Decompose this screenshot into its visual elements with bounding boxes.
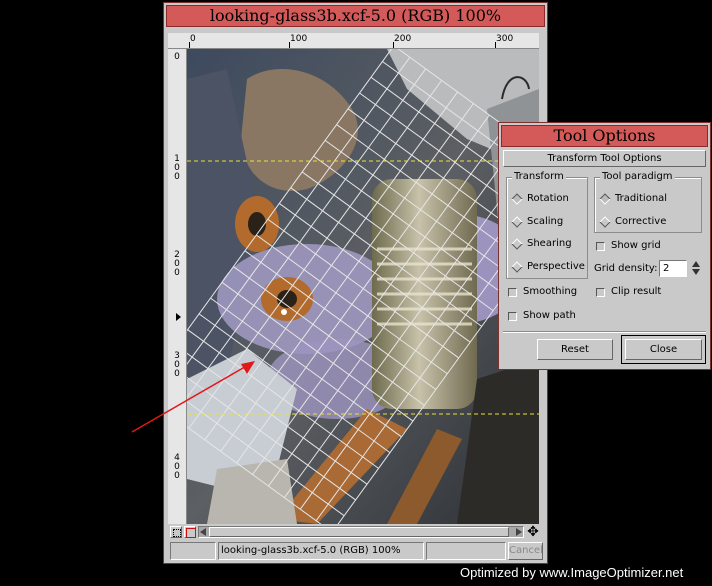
close-button[interactable]: Close <box>625 339 702 360</box>
show-grid-label: Show grid <box>611 240 661 251</box>
radio-corrective[interactable]: Corrective <box>599 215 697 229</box>
radio-corrective-label: Corrective <box>615 216 667 227</box>
radio-indicator-icon <box>599 193 611 205</box>
paradigm-group-label: Tool paradigm <box>600 171 675 183</box>
tool-options-title[interactable]: Tool Options <box>501 125 708 147</box>
transform-group-label: Transform <box>512 171 566 183</box>
vruler-label-200: 2 0 0 <box>174 250 180 278</box>
radio-perspective[interactable]: Perspective <box>511 260 587 274</box>
vruler-label-400: 4 0 0 <box>174 453 180 481</box>
vruler-label-100: 1 0 0 <box>174 154 180 182</box>
grid-density-input[interactable]: 2 <box>659 260 687 277</box>
tool-options-dialog: Tool Options Transform Tool Options Tran… <box>498 122 711 370</box>
vertical-ruler[interactable]: 0 1 0 0 2 0 0 3 0 0 4 0 0 <box>168 49 187 524</box>
progress-bar <box>426 542 506 560</box>
radio-scaling[interactable]: Scaling <box>511 215 587 229</box>
reset-button[interactable]: Reset <box>537 339 613 360</box>
image-canvas[interactable] <box>187 49 539 524</box>
radio-shearing[interactable]: Shearing <box>511 237 587 251</box>
vruler-label-0: 0 <box>174 52 180 62</box>
checkbox-box-icon <box>596 242 605 251</box>
clip-result-checkbox[interactable]: Clip result <box>596 286 696 300</box>
checkbox-box-icon <box>508 288 517 297</box>
scroll-right-icon[interactable] <box>516 528 522 536</box>
radio-indicator-icon <box>511 238 523 250</box>
transform-tool-options-header: Transform Tool Options <box>503 150 706 167</box>
watermark: Optimized by www.ImageOptimizer.net <box>460 565 684 580</box>
radio-rotation[interactable]: Rotation <box>511 192 587 206</box>
bottom-scroll-row: ✥ <box>168 525 543 539</box>
transform-group: Transform Rotation Scaling Shearing Pers… <box>506 171 588 279</box>
canvas-image <box>187 49 539 524</box>
scroll-thumb[interactable] <box>209 527 509 537</box>
status-text: looking-glass3b.xcf-5.0 (RGB) 100% <box>218 542 424 560</box>
radio-traditional-label: Traditional <box>615 193 668 204</box>
stepper-up-icon[interactable] <box>692 261 700 267</box>
move-cross-icon[interactable]: ✥ <box>526 525 540 539</box>
annotation-arrow <box>131 361 255 433</box>
separator <box>503 331 706 333</box>
show-path-checkbox[interactable]: Show path <box>508 310 588 324</box>
checkbox-box-icon <box>596 288 605 297</box>
status-bar: looking-glass3b.xcf-5.0 (RGB) 100% Cance… <box>168 541 543 561</box>
show-grid-checkbox[interactable]: Show grid <box>596 240 696 254</box>
ruler-label-300: 300 <box>496 34 514 44</box>
paradigm-group: Tool paradigm Traditional Corrective <box>594 171 702 233</box>
navigate-icon[interactable] <box>170 526 182 538</box>
image-window-title[interactable]: looking-glass3b.xcf-5.0 (RGB) 100% <box>166 5 545 27</box>
scroll-left-icon[interactable] <box>200 528 206 536</box>
radio-traditional[interactable]: Traditional <box>599 192 697 206</box>
ruler-pointer-icon <box>176 313 181 321</box>
radio-scaling-label: Scaling <box>527 216 564 227</box>
radio-shearing-label: Shearing <box>527 238 572 249</box>
ruler-label-200: 200 <box>394 34 412 44</box>
clip-result-label: Clip result <box>611 286 662 297</box>
horizontal-scrollbar[interactable] <box>198 526 524 538</box>
quickmask-toggle-icon[interactable] <box>184 526 196 538</box>
radio-perspective-label: Perspective <box>527 261 585 272</box>
image-window: looking-glass3b.xcf-5.0 (RGB) 100% 0 100… <box>163 2 548 564</box>
cancel-button[interactable]: Cancel <box>508 542 543 560</box>
smoothing-checkbox[interactable]: Smoothing <box>508 286 588 300</box>
close-button-focus: Close <box>621 335 706 364</box>
grid-density-label: Grid density: <box>594 263 658 274</box>
radio-indicator-icon <box>511 193 523 205</box>
stepper-down-icon[interactable] <box>692 269 700 275</box>
radio-indicator-icon <box>599 216 611 228</box>
grid-density-stepper[interactable] <box>690 260 701 277</box>
pointer-coords-field <box>170 542 216 560</box>
ruler-corner[interactable] <box>168 33 187 49</box>
checkbox-box-icon <box>508 312 517 321</box>
radio-indicator-icon <box>511 261 523 273</box>
ruler-label-0: 0 <box>190 34 196 44</box>
show-path-label: Show path <box>523 310 576 321</box>
horizontal-ruler[interactable]: 0 100 200 300 <box>186 33 539 49</box>
radio-rotation-label: Rotation <box>527 193 569 204</box>
ruler-label-100: 100 <box>290 34 308 44</box>
radio-indicator-icon <box>511 216 523 228</box>
smoothing-label: Smoothing <box>523 286 578 297</box>
